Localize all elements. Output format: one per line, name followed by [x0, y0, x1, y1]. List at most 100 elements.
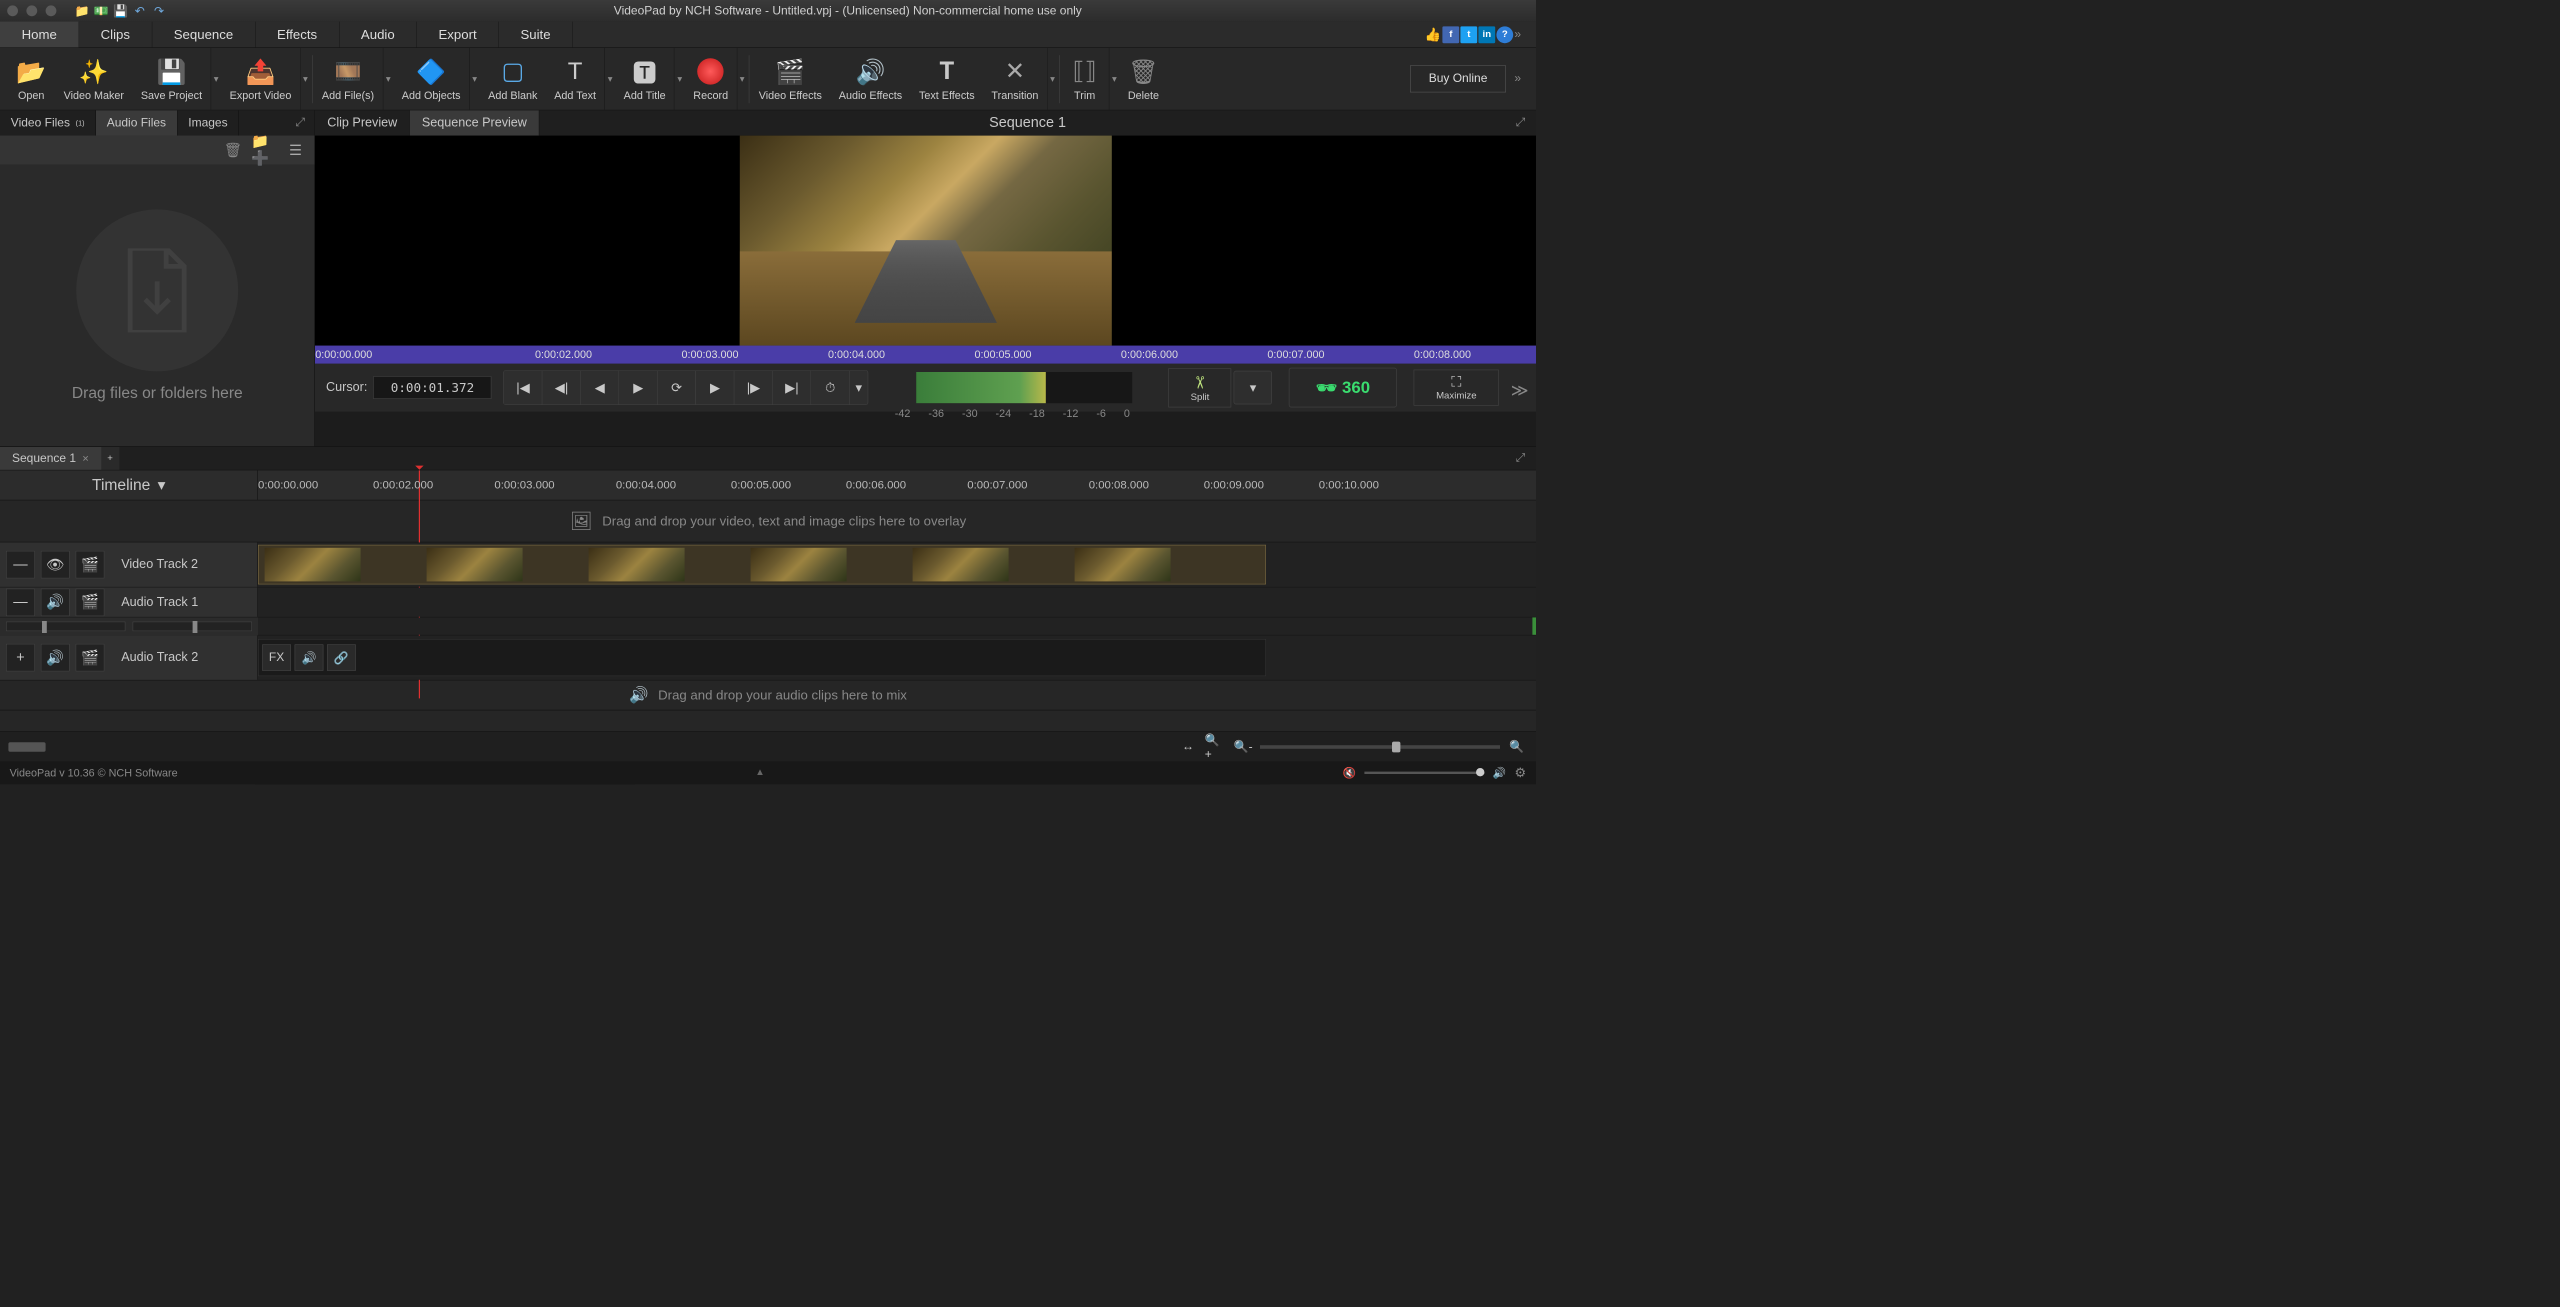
- clip-volume-icon[interactable]: 🔊: [295, 644, 324, 670]
- buy-online-button[interactable]: Buy Online: [1410, 65, 1506, 92]
- export-video-button[interactable]: 📤Export Video: [221, 48, 299, 110]
- track-fx-button[interactable]: 🎬: [76, 644, 105, 672]
- master-volume-slider[interactable]: [1364, 772, 1484, 774]
- add-files-button[interactable]: 🎞️Add File(s): [314, 48, 383, 110]
- add-files-dropdown[interactable]: ▾: [383, 48, 394, 110]
- add-blank-button[interactable]: ▢Add Blank: [480, 48, 546, 110]
- preview-tab-clip[interactable]: Clip Preview: [315, 110, 410, 135]
- delete-button[interactable]: 🗑Delete: [1119, 48, 1167, 110]
- zoom-window-icon[interactable]: [46, 5, 57, 16]
- step-back-button[interactable]: ◀: [581, 371, 619, 405]
- linkedin-icon[interactable]: in: [1478, 26, 1495, 43]
- collapse-track-button[interactable]: —: [6, 551, 35, 579]
- bin-list-view-icon[interactable]: ☰: [282, 138, 308, 162]
- speed-dropdown[interactable]: ▾: [850, 371, 868, 405]
- zoom-slider[interactable]: [1260, 745, 1500, 749]
- menu-sequence[interactable]: Sequence: [152, 22, 255, 48]
- video-clip[interactable]: [258, 545, 1266, 585]
- zoom-max-icon[interactable]: 🔍: [1506, 737, 1528, 756]
- bin-drop-zone[interactable]: Drag files or folders here: [0, 164, 315, 446]
- audio-track-2-body[interactable]: FX 🔊 🔗: [258, 635, 1536, 679]
- collapse-track-button[interactable]: —: [6, 588, 35, 616]
- help-icon[interactable]: ?: [1496, 26, 1513, 43]
- close-tab-icon[interactable]: ✕: [82, 453, 89, 463]
- transition-dropdown[interactable]: ▾: [1047, 48, 1058, 110]
- facebook-icon[interactable]: f: [1442, 26, 1459, 43]
- vr-360-button[interactable]: 🕶 360: [1289, 368, 1397, 408]
- add-title-dropdown[interactable]: ▾: [674, 48, 685, 110]
- mix-drop-row[interactable]: 🔊 Drag and drop your audio clips here to…: [0, 680, 1536, 710]
- audio-effects-button[interactable]: 🔊Audio Effects: [830, 48, 910, 110]
- track-volume-slider[interactable]: [6, 622, 125, 632]
- menu-clips[interactable]: Clips: [79, 22, 152, 48]
- timeline-undock-icon[interactable]: ⤢: [1516, 451, 1530, 465]
- record-dropdown[interactable]: ▾: [737, 48, 748, 110]
- preview-ruler[interactable]: 0:00:00.000 0:00:02.000 0:00:03.000 0:00…: [315, 346, 1536, 364]
- menu-home[interactable]: Home: [0, 22, 79, 48]
- qa-money-icon[interactable]: 💵: [94, 3, 110, 19]
- add-text-button[interactable]: TAdd Text: [546, 48, 605, 110]
- trim-dropdown[interactable]: ▾: [1109, 48, 1120, 110]
- preview-undock-icon[interactable]: ⤢: [1516, 116, 1530, 130]
- bin-delete-icon[interactable]: 🗑: [220, 138, 246, 162]
- zoom-out-icon[interactable]: 🔍-: [1232, 737, 1254, 756]
- cursor-value[interactable]: 0:00:01.372: [373, 376, 491, 399]
- trim-button[interactable]: ⟦⟧Trim: [1061, 48, 1109, 110]
- track-visibility-button[interactable]: 👁: [41, 551, 70, 579]
- zoom-fit-icon[interactable]: ↔: [1177, 737, 1199, 756]
- qa-save-icon[interactable]: 💾: [113, 3, 129, 19]
- video-effects-button[interactable]: 🎬Video Effects: [750, 48, 830, 110]
- preview-tab-sequence[interactable]: Sequence Preview: [410, 110, 540, 135]
- track-mute-button[interactable]: 🔊: [41, 644, 70, 672]
- loop-button[interactable]: ⟳: [658, 371, 696, 405]
- audio-track-1-body[interactable]: [258, 587, 1536, 616]
- split-button[interactable]: ✂Split: [1168, 368, 1231, 407]
- menu-audio[interactable]: Audio: [339, 22, 417, 48]
- timeline-mode-selector[interactable]: Timeline▾: [0, 470, 258, 499]
- maximize-button[interactable]: ⛶Maximize: [1414, 370, 1499, 406]
- zoom-in-icon[interactable]: 🔍+: [1205, 737, 1227, 756]
- volume-icon[interactable]: 🔊: [1493, 767, 1506, 780]
- goto-start-button[interactable]: |◀: [504, 371, 542, 405]
- play-button[interactable]: ▶: [619, 371, 657, 405]
- timeline-ruler[interactable]: 0:00:00.000 0:00:02.000 0:00:03.000 0:00…: [258, 470, 1536, 499]
- add-track-button[interactable]: +: [6, 644, 35, 672]
- preview-viewport[interactable]: [315, 136, 1536, 346]
- step-fwd-button[interactable]: ▶: [696, 371, 734, 405]
- bin-tab-audio[interactable]: Audio Files: [96, 110, 178, 135]
- add-objects-dropdown[interactable]: ▾: [469, 48, 480, 110]
- mute-icon[interactable]: 🔇: [1342, 767, 1355, 780]
- goto-end-button[interactable]: ▶|: [773, 371, 811, 405]
- record-button[interactable]: Record: [685, 48, 737, 110]
- save-project-dropdown[interactable]: ▾: [210, 48, 221, 110]
- transition-button[interactable]: ✕Transition: [983, 48, 1047, 110]
- qa-redo-icon[interactable]: ↷: [151, 3, 167, 19]
- track-mute-button[interactable]: 🔊: [41, 588, 70, 616]
- add-text-dropdown[interactable]: ▾: [604, 48, 615, 110]
- like-icon[interactable]: 👍: [1424, 26, 1441, 43]
- menu-suite[interactable]: Suite: [499, 22, 573, 48]
- add-objects-button[interactable]: 🔷Add Objects: [393, 48, 469, 110]
- save-project-button[interactable]: 💾Save Project: [132, 48, 210, 110]
- video-track-body[interactable]: [258, 542, 1536, 586]
- export-video-dropdown[interactable]: ▾: [300, 48, 311, 110]
- qa-undo-icon[interactable]: ↶: [132, 3, 148, 19]
- clip-link-icon[interactable]: 🔗: [327, 644, 356, 670]
- bin-tab-images[interactable]: Images: [177, 110, 239, 135]
- next-frame-button[interactable]: |▶: [735, 371, 773, 405]
- track-fx-button[interactable]: 🎬: [76, 588, 105, 616]
- clip-fx-icon[interactable]: FX: [262, 644, 291, 670]
- track-pan-slider[interactable]: [133, 622, 252, 632]
- close-window-icon[interactable]: [7, 5, 18, 16]
- overlay-drop-row[interactable]: 🖼 Drag and drop your video, text and ima…: [0, 500, 1536, 542]
- menu-effects[interactable]: Effects: [255, 22, 339, 48]
- bin-add-folder-icon[interactable]: 📁➕: [251, 138, 277, 162]
- add-title-button[interactable]: 🆃Add Title: [615, 48, 674, 110]
- speed-button[interactable]: ⏱: [811, 371, 849, 405]
- toolbar-expand-icon[interactable]: »: [1514, 72, 1528, 86]
- menubar-expand-icon[interactable]: »: [1514, 27, 1528, 41]
- video-maker-button[interactable]: ✨Video Maker: [55, 48, 132, 110]
- split-dropdown[interactable]: ▾: [1234, 371, 1272, 405]
- preview-more-icon[interactable]: ≫: [1511, 380, 1525, 394]
- qa-open-icon[interactable]: 📁: [74, 3, 90, 19]
